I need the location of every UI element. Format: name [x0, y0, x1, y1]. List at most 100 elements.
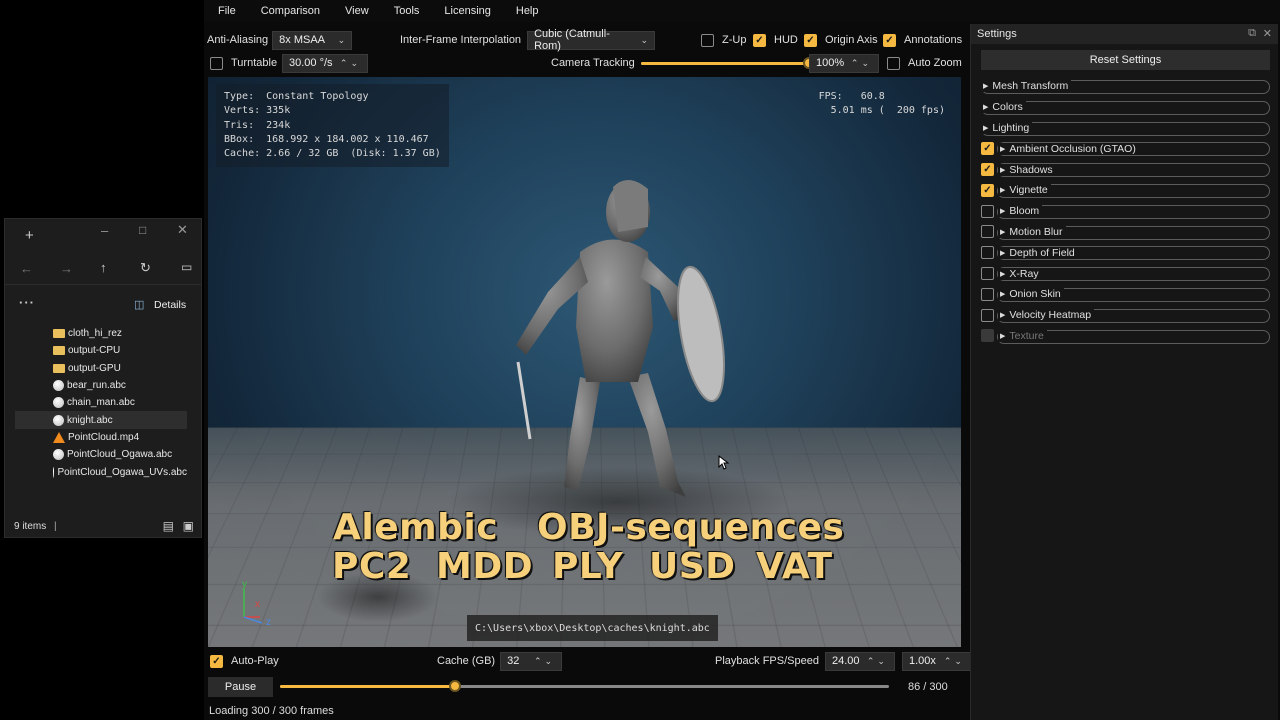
- stepper-icon[interactable]: ⌃⌄: [340, 58, 361, 69]
- menu-view[interactable]: View: [337, 5, 377, 17]
- settings-section[interactable]: ✓ ▶ Ambient Occlusion (GTAO): [981, 138, 1270, 159]
- section-header[interactable]: ▶ Vignette: [998, 184, 1051, 196]
- section-header[interactable]: ▶ Texture: [998, 330, 1047, 342]
- section-header[interactable]: ▶ Lighting: [981, 122, 1032, 134]
- turntable-speed-spinner[interactable]: 30.00 °/s ⌃⌄: [282, 53, 368, 73]
- back-icon[interactable]: ←: [20, 261, 33, 276]
- settings-section[interactable]: ✓ ▶ Vignette: [981, 180, 1270, 201]
- stepper-icon[interactable]: ⌃⌄: [944, 656, 965, 667]
- turntable-toggle[interactable]: Turntable: [210, 53, 277, 73]
- expand-triangle-icon[interactable]: ▶: [1000, 186, 1005, 194]
- menu-file[interactable]: File: [210, 5, 244, 17]
- section-checkbox[interactable]: ✓: [981, 163, 994, 176]
- section-header[interactable]: ▶ Ambient Occlusion (GTAO): [998, 143, 1139, 155]
- section-header[interactable]: ▶ Colors: [981, 101, 1026, 113]
- settings-section[interactable]: ▶ Texture: [981, 326, 1270, 347]
- expand-triangle-icon[interactable]: ▶: [1000, 166, 1005, 174]
- section-header[interactable]: ▶ Shadows: [998, 164, 1056, 176]
- section-header[interactable]: ▶ Velocity Heatmap: [998, 309, 1094, 321]
- close-icon[interactable]: ✕: [177, 222, 188, 238]
- section-header[interactable]: ▶ Mesh Transform: [981, 80, 1071, 92]
- section-checkbox[interactable]: [981, 309, 994, 322]
- anti-aliasing-combo[interactable]: 8x MSAA ⌄: [272, 31, 352, 50]
- zoom-spinner[interactable]: 100% ⌃⌄: [809, 53, 879, 73]
- fps-field[interactable]: 24.00 ⌃⌄: [825, 652, 895, 671]
- new-tab-icon[interactable]: +: [25, 227, 34, 244]
- menu-tools[interactable]: Tools: [386, 5, 428, 17]
- expand-triangle-icon[interactable]: ▶: [983, 124, 988, 132]
- details-view-icon[interactable]: ▤: [163, 519, 174, 533]
- timeline-slider[interactable]: [280, 685, 889, 688]
- zoom-field[interactable]: 100% ⌃⌄: [809, 54, 879, 73]
- turntable-checkbox[interactable]: [210, 57, 223, 70]
- menu-comparison[interactable]: Comparison: [253, 5, 328, 17]
- settings-section[interactable]: ▶ Mesh Transform: [981, 76, 1270, 97]
- section-checkbox[interactable]: [981, 288, 994, 301]
- close-panel-icon[interactable]: ✕: [1263, 27, 1272, 40]
- refresh-icon[interactable]: ↻: [140, 260, 151, 276]
- section-checkbox[interactable]: ✓: [981, 184, 994, 197]
- settings-section[interactable]: ▶ Depth of Field: [981, 242, 1270, 263]
- 3d-viewport[interactable]: Type: Constant Topology Verts: 335k Tris…: [208, 77, 961, 647]
- list-item[interactable]: PointCloud_Ogawa.abc: [15, 446, 187, 463]
- list-item[interactable]: knight.abc: [15, 411, 187, 428]
- section-header[interactable]: ▶ Depth of Field: [998, 247, 1078, 259]
- expand-triangle-icon[interactable]: ▶: [1000, 270, 1005, 278]
- maximize-icon[interactable]: □: [139, 223, 146, 237]
- settings-section[interactable]: ▶ Onion Skin: [981, 284, 1270, 305]
- minimize-icon[interactable]: –: [101, 223, 108, 238]
- stepper-icon[interactable]: ⌃⌄: [534, 656, 555, 667]
- list-item[interactable]: PointCloud_Ogawa_UVs.abc: [15, 463, 187, 480]
- list-item[interactable]: bear_run.abc: [15, 377, 187, 394]
- section-header[interactable]: ▶ Motion Blur: [998, 226, 1066, 238]
- z-up-toggle[interactable]: Z-Up: [701, 30, 746, 50]
- expand-triangle-icon[interactable]: ▶: [1000, 207, 1005, 215]
- settings-section[interactable]: ▶ Colors: [981, 97, 1270, 118]
- turntable-speed-field[interactable]: 30.00 °/s ⌃⌄: [282, 54, 368, 73]
- stepper-icon[interactable]: ⌃⌄: [851, 58, 872, 69]
- stepper-icon[interactable]: ⌃⌄: [867, 656, 888, 667]
- expand-triangle-icon[interactable]: ▶: [983, 82, 988, 90]
- settings-section[interactable]: ▶ X-Ray: [981, 263, 1270, 284]
- section-checkbox[interactable]: [981, 205, 994, 218]
- settings-section[interactable]: ▶ Velocity Heatmap: [981, 305, 1270, 326]
- details-pane-icon[interactable]: ◫: [134, 298, 144, 311]
- expand-triangle-icon[interactable]: ▶: [1000, 249, 1005, 257]
- up-icon[interactable]: ↑: [100, 260, 107, 275]
- undock-icon[interactable]: ⧉: [1248, 27, 1256, 40]
- interpolation-combo[interactable]: Cubic (Catmull-Rom) ⌄: [527, 31, 655, 50]
- menu-help[interactable]: Help: [508, 5, 547, 17]
- section-header[interactable]: ▶ Bloom: [998, 205, 1042, 217]
- settings-section[interactable]: ✓ ▶ Shadows: [981, 159, 1270, 180]
- settings-section[interactable]: ▶ Motion Blur: [981, 222, 1270, 243]
- section-checkbox[interactable]: [981, 225, 994, 238]
- section-checkbox[interactable]: [981, 246, 994, 259]
- origin-axis-toggle[interactable]: ✓ Origin Axis: [804, 30, 878, 50]
- expand-triangle-icon[interactable]: ▶: [1000, 290, 1005, 298]
- auto-play-toggle[interactable]: ✓ Auto-Play: [210, 651, 279, 671]
- more-options-icon[interactable]: ···: [19, 295, 35, 310]
- auto-play-checkbox[interactable]: ✓: [210, 655, 223, 668]
- list-item[interactable]: cloth_hi_rez: [15, 325, 187, 342]
- section-header[interactable]: ▶ Onion Skin: [998, 288, 1064, 300]
- annotations-toggle[interactable]: ✓ Annotations: [883, 30, 962, 50]
- expand-triangle-icon[interactable]: ▶: [1000, 332, 1005, 340]
- z-up-checkbox[interactable]: [701, 34, 714, 47]
- section-header[interactable]: ▶ X-Ray: [998, 268, 1042, 280]
- origin-axis-checkbox[interactable]: ✓: [804, 34, 817, 47]
- pause-button[interactable]: Pause: [208, 677, 273, 697]
- expand-triangle-icon[interactable]: ▶: [1000, 228, 1005, 236]
- list-item[interactable]: output-GPU: [15, 360, 187, 377]
- section-checkbox[interactable]: [981, 267, 994, 280]
- auto-zoom-toggle[interactable]: Auto Zoom: [887, 53, 962, 73]
- expand-triangle-icon[interactable]: ▶: [1000, 311, 1005, 319]
- camera-tracking-track[interactable]: [641, 62, 813, 65]
- section-checkbox[interactable]: ✓: [981, 142, 994, 155]
- expand-triangle-icon[interactable]: ▶: [983, 103, 988, 111]
- details-button[interactable]: Details: [154, 299, 186, 311]
- cache-field[interactable]: 32 ⌃⌄: [500, 652, 562, 671]
- reset-settings-button[interactable]: Reset Settings: [981, 50, 1270, 70]
- camera-tracking-slider[interactable]: [641, 62, 813, 65]
- settings-section[interactable]: ▶ Bloom: [981, 201, 1270, 222]
- forward-icon[interactable]: →: [60, 261, 73, 276]
